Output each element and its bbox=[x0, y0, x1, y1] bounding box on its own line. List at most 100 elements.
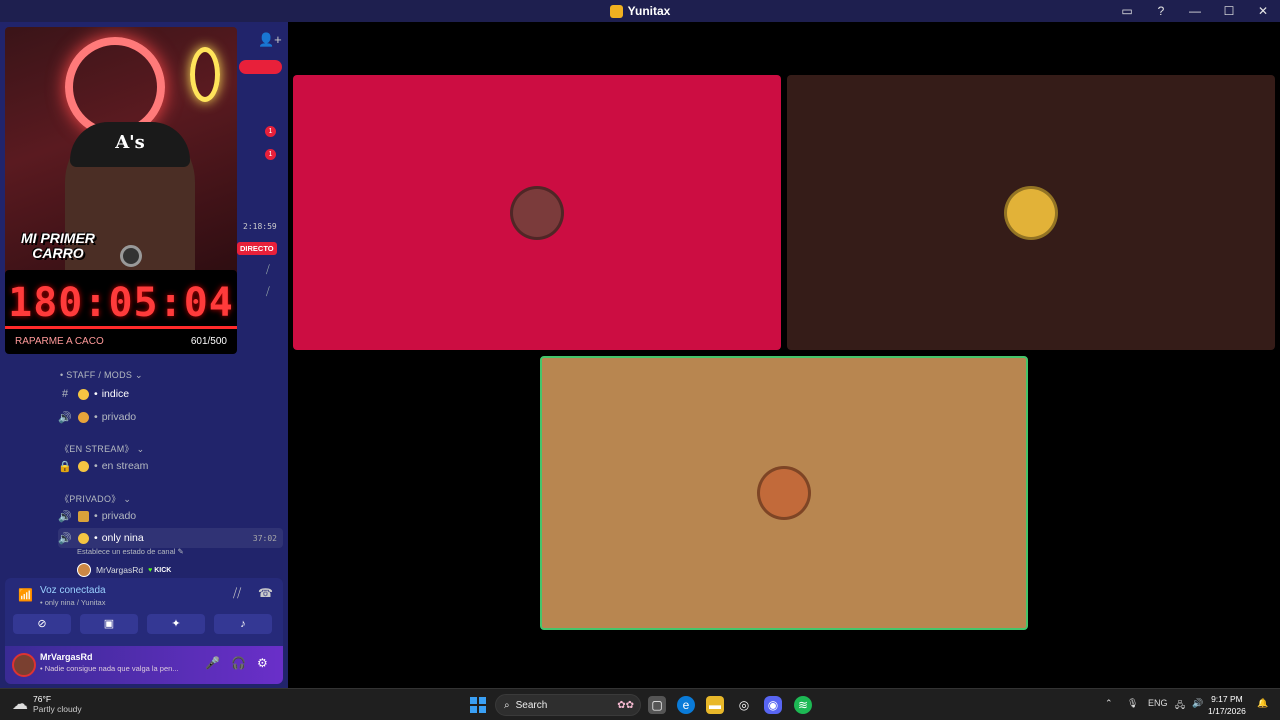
network-icon[interactable]: 🖧 bbox=[1175, 698, 1185, 714]
channel-label: en stream bbox=[101, 460, 149, 472]
camera-off-button[interactable]: ⊘ bbox=[13, 614, 71, 634]
subathon-timer: 180:05:04 RAPARME A CACO 601/500 bbox=[5, 270, 237, 354]
channel-sidebar: A's MI PRIMER CARRO 180:05:04 RAPARME A … bbox=[0, 22, 288, 688]
help-icon[interactable]: ? bbox=[1144, 4, 1178, 18]
disconnect-icon[interactable]: ☎ bbox=[258, 586, 273, 600]
noise-suppression-icon[interactable]: ⧸⧸ bbox=[233, 586, 241, 601]
discord-icon[interactable]: ◉ bbox=[764, 696, 782, 714]
voice-speaker-icon: 🔊 bbox=[58, 411, 72, 424]
app-icon bbox=[609, 4, 623, 18]
chevron-up-icon[interactable]: ⌃ bbox=[1105, 698, 1113, 709]
muted-mic-icon: ⧸ bbox=[266, 286, 270, 298]
taskbar-search[interactable]: ⌕ Search ✿✿ bbox=[495, 694, 641, 716]
volume-icon[interactable]: 🔊 bbox=[1192, 698, 1203, 709]
live-badge: DIRECTO bbox=[237, 242, 277, 255]
search-label: Search bbox=[515, 699, 548, 711]
cap-logo: A's bbox=[70, 122, 190, 167]
participant-tile-speaking[interactable] bbox=[540, 356, 1028, 630]
webcam-overlay: A's MI PRIMER CARRO bbox=[5, 27, 237, 289]
voice-status-title[interactable]: Voz conectada bbox=[40, 585, 106, 596]
microphone-icon[interactable]: 🎙 bbox=[1127, 698, 1138, 709]
title-bar: Yunitax ▭ ? — ☐ ✕ bbox=[0, 0, 1280, 22]
soundboard-button[interactable]: ♪ bbox=[214, 614, 272, 634]
windows-taskbar: ☁ 76°F Partly cloudy ⌕ Search ✿✿ ▢ e ▬ ◎… bbox=[0, 688, 1280, 720]
spotify-icon[interactable]: ≋ bbox=[794, 696, 812, 714]
app-icon[interactable]: ◎ bbox=[735, 696, 753, 714]
system-clock[interactable]: 9:17 PM 1/17/2026 bbox=[1208, 693, 1246, 717]
clock-time: 9:17 PM bbox=[1211, 694, 1243, 704]
task-view-icon[interactable]: ▢ bbox=[648, 696, 666, 714]
category-privado[interactable]: 《PRIVADO》 ⌄ bbox=[60, 492, 131, 505]
category-staff[interactable]: • STAFF / MODS ⌄ bbox=[60, 370, 143, 381]
banner-line-1: MI PRIMER bbox=[21, 230, 95, 246]
member-name: MrVargasRd bbox=[96, 565, 144, 575]
screen-share-button[interactable]: ▣ bbox=[80, 614, 138, 634]
timer-progress-bar bbox=[5, 326, 237, 329]
stream-time: 2:18:59 bbox=[243, 222, 277, 231]
emoji-icon bbox=[78, 388, 89, 400]
channel-timer: 37:02 bbox=[252, 533, 277, 543]
kick-label: KICK bbox=[154, 566, 172, 574]
window-title: Yunitax bbox=[609, 4, 671, 18]
goal-label: RAPARME A CACO bbox=[15, 336, 104, 347]
weather-desc: Partly cloudy bbox=[33, 704, 82, 714]
notification-icon[interactable]: 🔔 bbox=[1257, 698, 1268, 709]
overlay-banner: MI PRIMER CARRO bbox=[21, 231, 95, 261]
channel-en-stream[interactable]: 🔒 • en stream bbox=[58, 456, 283, 476]
notification-bar[interactable] bbox=[239, 60, 282, 74]
voice-status-subtitle: • only nina / Yunitax bbox=[40, 598, 106, 607]
crown-icon bbox=[78, 411, 89, 423]
channel-indice[interactable]: # • indice bbox=[58, 384, 283, 404]
search-icon: ⌕ bbox=[504, 699, 510, 711]
language-indicator[interactable]: ENG bbox=[1148, 698, 1168, 708]
participant-avatar bbox=[757, 466, 811, 520]
close-button[interactable]: ✕ bbox=[1246, 4, 1280, 18]
user-status: • Nadie consigue nada que valga la pen..… bbox=[40, 664, 179, 673]
headphones-icon[interactable]: 🎧 bbox=[231, 656, 246, 670]
lock-icon: 🔒 bbox=[58, 460, 72, 473]
avatar bbox=[77, 563, 91, 577]
user-panel: MrVargasRd • Nadie consigue nada que val… bbox=[5, 646, 283, 684]
unread-badge: 1 bbox=[265, 149, 276, 160]
user-name[interactable]: MrVargasRd bbox=[40, 652, 93, 662]
minimize-button[interactable]: — bbox=[1178, 4, 1212, 18]
participant-tile[interactable] bbox=[293, 75, 781, 350]
add-user-icon[interactable]: 👤+ bbox=[258, 32, 282, 48]
window-title-text: Yunitax bbox=[627, 4, 671, 18]
settings-gear-icon[interactable]: ⚙ bbox=[257, 656, 268, 670]
participant-avatar bbox=[1004, 185, 1058, 240]
participant-tile[interactable] bbox=[787, 75, 1275, 350]
channel-privado-2[interactable]: 🔊 • privado bbox=[58, 506, 283, 526]
hash-icon: # bbox=[61, 388, 69, 400]
voice-speaker-icon: 🔊 bbox=[58, 510, 72, 523]
windows-start-icon[interactable] bbox=[470, 697, 486, 713]
voice-speaker-icon: 🔊 bbox=[58, 532, 72, 545]
channel-label: privado bbox=[101, 411, 137, 423]
category-en-stream[interactable]: 《EN STREAM》 ⌄ bbox=[60, 442, 144, 455]
channel-status-prompt[interactable]: Establece un estado de canal ✎ bbox=[77, 547, 184, 556]
wheel-icon bbox=[120, 245, 142, 267]
heart-icon bbox=[78, 532, 89, 544]
channel-only-nina[interactable]: 🔊 • only nina 37:02 bbox=[58, 528, 283, 548]
file-explorer-icon[interactable]: ▬ bbox=[706, 696, 724, 714]
activities-button[interactable]: ✦ bbox=[147, 614, 205, 634]
muted-mic-icon: ⧸ bbox=[266, 264, 270, 276]
clock-date: 1/17/2026 bbox=[1208, 706, 1246, 716]
unread-badge: 1 bbox=[265, 126, 276, 137]
goal-count: 601/500 bbox=[190, 336, 227, 347]
maximize-button[interactable]: ☐ bbox=[1212, 4, 1246, 18]
channel-label: indice bbox=[101, 388, 130, 400]
tulip-icon: ✿✿ bbox=[617, 699, 634, 711]
channel-privado[interactable]: 🔊 • privado bbox=[58, 407, 283, 427]
emoji-icon bbox=[78, 460, 89, 472]
microphone-icon[interactable]: 🎤 bbox=[205, 656, 220, 670]
avatar[interactable] bbox=[12, 653, 36, 677]
banner-line-2: CARRO bbox=[32, 245, 84, 261]
voice-member[interactable]: MrVargasRd ♥ KICK bbox=[77, 563, 171, 577]
kick-tag: ♥ KICK bbox=[148, 566, 172, 574]
weather-temp: 76°F bbox=[33, 694, 52, 704]
weather-widget[interactable]: ☁ 76°F Partly cloudy bbox=[12, 694, 82, 714]
edge-icon[interactable]: e bbox=[677, 696, 695, 714]
inbox-icon[interactable]: ▭ bbox=[1110, 4, 1144, 18]
signal-icon: 📶 bbox=[18, 588, 33, 602]
